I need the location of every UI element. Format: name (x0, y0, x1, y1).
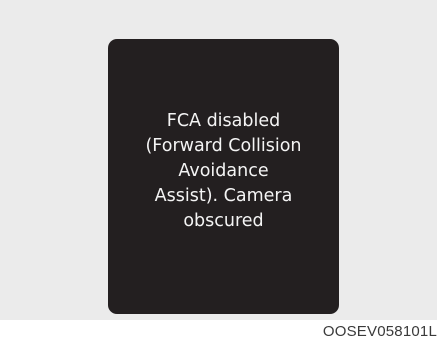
figure-code: OOSEV058101L (322, 323, 437, 340)
warning-line: (Forward Collision (145, 136, 302, 156)
warning-line: Assist). Camera (154, 186, 293, 206)
panel-background: FCA disabled (Forward Collision Avoidanc… (0, 0, 437, 320)
warning-line: Avoidance (178, 161, 269, 181)
cluster-warning-display: FCA disabled (Forward Collision Avoidanc… (108, 39, 339, 314)
warning-message: FCA disabled (Forward Collision Avoidanc… (145, 109, 301, 234)
warning-line: obscured (183, 211, 264, 231)
warning-line: FCA disabled (166, 111, 281, 131)
